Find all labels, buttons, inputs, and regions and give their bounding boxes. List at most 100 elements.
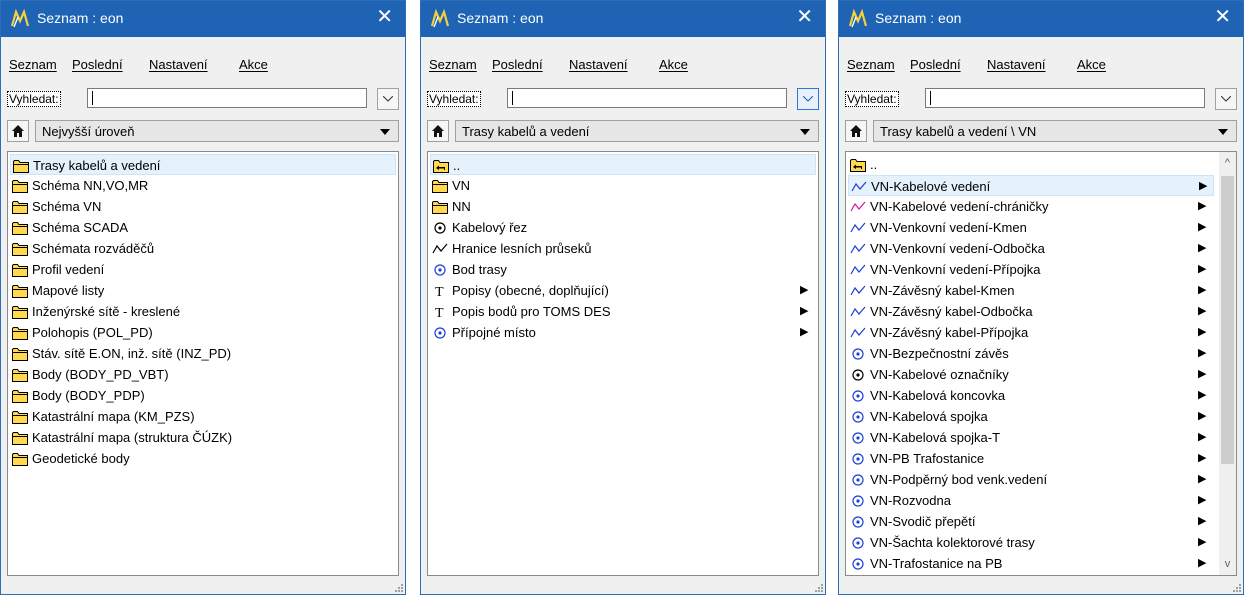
home-button[interactable] (7, 120, 29, 142)
resize-grip-icon[interactable] (1231, 582, 1241, 592)
submenu-arrow-icon[interactable]: ▶ (1198, 259, 1206, 280)
menu-seznam[interactable]: Seznam (9, 57, 57, 72)
menu-nastaveni[interactable]: Nastavení (987, 57, 1046, 72)
list-item[interactable]: VN-Podpěrný bod venk.vedení ▶ (848, 469, 1214, 490)
list-item[interactable]: VN-Závěsný kabel-Kmen ▶ (848, 280, 1214, 301)
level-select[interactable]: Nejvyšší úroveň (35, 120, 399, 142)
submenu-arrow-icon[interactable]: ▶ (1198, 196, 1206, 217)
list-item[interactable]: Schémata rozváděčů (10, 238, 396, 259)
menu-akce[interactable]: Akce (1077, 57, 1106, 72)
close-icon[interactable]: ✕ (796, 7, 813, 27)
scroll-up-icon[interactable]: ^ (1221, 156, 1234, 170)
submenu-arrow-icon[interactable]: ▶ (1198, 385, 1206, 406)
search-history-dropdown[interactable] (797, 88, 819, 110)
submenu-arrow-icon[interactable]: ▶ (800, 280, 808, 301)
list-item[interactable]: Body (BODY_PD_VBT) (10, 364, 396, 385)
list-item[interactable]: Kabelový řez (430, 217, 816, 238)
close-icon[interactable]: ✕ (376, 7, 393, 27)
search-history-dropdown[interactable] (377, 88, 399, 110)
list-item[interactable]: Body (BODY_PDP) (10, 385, 396, 406)
submenu-arrow-icon[interactable]: ▶ (1198, 448, 1206, 469)
list-item[interactable]: Katastrální mapa (struktura ČÚZK) (10, 427, 396, 448)
submenu-arrow-icon[interactable]: ▶ (1198, 343, 1206, 364)
list-item[interactable]: VN-Kabelové vedení ▶ (848, 175, 1214, 196)
list-item[interactable]: VN-Svodič přepětí ▶ (848, 511, 1214, 532)
list-item[interactable]: .. (430, 154, 816, 175)
submenu-arrow-icon[interactable]: ▶ (1198, 301, 1206, 322)
menu-seznam[interactable]: Seznam (847, 57, 895, 72)
submenu-arrow-icon[interactable]: ▶ (1198, 469, 1206, 490)
search-input[interactable] (925, 88, 1205, 108)
menu-posledni[interactable]: Poslední (492, 57, 543, 72)
titlebar[interactable]: Seznam : eon ✕ (1, 1, 405, 37)
list-item[interactable]: T Popis bodů pro TOMS DES ▶ (430, 301, 816, 322)
list-item[interactable]: .. (848, 154, 1214, 175)
titlebar[interactable]: Seznam : eon ✕ (421, 1, 825, 37)
list-item[interactable]: Stáv. sítě E.ON, inž. sítě (INZ_PD) (10, 343, 396, 364)
submenu-arrow-icon[interactable]: ▶ (1198, 511, 1206, 532)
submenu-arrow-icon[interactable]: ▶ (1198, 427, 1206, 448)
list-item[interactable]: Schéma VN (10, 196, 396, 217)
list-item[interactable]: Profil vedení (10, 259, 396, 280)
list-item[interactable]: VN (430, 175, 816, 196)
resize-grip-icon[interactable] (813, 582, 823, 592)
resize-grip-icon[interactable] (393, 582, 403, 592)
list-item[interactable]: VN-Kabelová spojka ▶ (848, 406, 1214, 427)
submenu-arrow-icon[interactable]: ▶ (1198, 238, 1206, 259)
menu-nastaveni[interactable]: Nastavení (569, 57, 628, 72)
submenu-arrow-icon[interactable]: ▶ (1198, 490, 1206, 511)
submenu-arrow-icon[interactable]: ▶ (1199, 176, 1207, 197)
list-item[interactable]: VN-Kabelové označníky ▶ (848, 364, 1214, 385)
submenu-arrow-icon[interactable]: ▶ (1198, 532, 1206, 553)
list-item[interactable]: Schéma NN,VO,MR (10, 175, 396, 196)
menu-seznam[interactable]: Seznam (429, 57, 477, 72)
submenu-arrow-icon[interactable]: ▶ (1198, 280, 1206, 301)
menu-akce[interactable]: Akce (239, 57, 268, 72)
list-item[interactable]: VN-Bezpečnostní závěs ▶ (848, 343, 1214, 364)
submenu-arrow-icon[interactable]: ▶ (1198, 322, 1206, 343)
list-item[interactable]: VN-Šachta kolektorové trasy ▶ (848, 532, 1214, 553)
list-item[interactable]: VN-Kabelová spojka-T ▶ (848, 427, 1214, 448)
list-item[interactable]: Trasy kabelů a vedení (10, 154, 396, 175)
list-item[interactable]: VN-Závěsný kabel-Přípojka ▶ (848, 322, 1214, 343)
titlebar[interactable]: Seznam : eon ✕ (839, 1, 1243, 37)
scroll-thumb[interactable] (1221, 176, 1234, 464)
level-select[interactable]: Trasy kabelů a vedení (455, 120, 819, 142)
list-item[interactable]: Geodetické body (10, 448, 396, 469)
home-button[interactable] (845, 120, 867, 142)
search-input[interactable] (87, 88, 367, 108)
list-item[interactable]: T Popisy (obecné, doplňující) ▶ (430, 280, 816, 301)
list-item[interactable]: VN-Závěsný kabel-Odbočka ▶ (848, 301, 1214, 322)
search-history-dropdown[interactable] (1215, 88, 1237, 110)
list-item[interactable]: Polohopis (POL_PD) (10, 322, 396, 343)
submenu-arrow-icon[interactable]: ▶ (1198, 364, 1206, 385)
list-item[interactable]: VN-Kabelová koncovka ▶ (848, 385, 1214, 406)
submenu-arrow-icon[interactable]: ▶ (1198, 217, 1206, 238)
list-item[interactable]: NN (430, 196, 816, 217)
list-item[interactable]: VN-Venkovní vedení-Přípojka ▶ (848, 259, 1214, 280)
list-item[interactable]: VN-PB Trafostanice ▶ (848, 448, 1214, 469)
submenu-arrow-icon[interactable]: ▶ (1198, 553, 1206, 574)
menu-akce[interactable]: Akce (659, 57, 688, 72)
list-item[interactable]: Mapové listy (10, 280, 396, 301)
scroll-down-icon[interactable]: v (1221, 557, 1234, 571)
list-item[interactable]: Přípojné místo ▶ (430, 322, 816, 343)
list-item[interactable]: VN-Trafostanice na PB ▶ (848, 553, 1214, 574)
list-item[interactable]: Katastrální mapa (KM_PZS) (10, 406, 396, 427)
list-item[interactable]: VN-Rozvodna ▶ (848, 490, 1214, 511)
search-input[interactable] (507, 88, 787, 108)
submenu-arrow-icon[interactable]: ▶ (800, 301, 808, 322)
list-item[interactable]: Hranice lesních průseků (430, 238, 816, 259)
home-button[interactable] (427, 120, 449, 142)
list-item[interactable]: Bod trasy (430, 259, 816, 280)
list-item[interactable]: Inženýrské sítě - kreslené (10, 301, 396, 322)
menu-posledni[interactable]: Poslední (72, 57, 123, 72)
list-item[interactable]: Schéma SCADA (10, 217, 396, 238)
list-item[interactable]: VN-Venkovní vedení-Odbočka ▶ (848, 238, 1214, 259)
level-select[interactable]: Trasy kabelů a vedení \ VN (873, 120, 1237, 142)
menu-posledni[interactable]: Poslední (910, 57, 961, 72)
close-icon[interactable]: ✕ (1214, 7, 1231, 27)
submenu-arrow-icon[interactable]: ▶ (1198, 406, 1206, 427)
list-item[interactable]: VN-Venkovní vedení-Kmen ▶ (848, 217, 1214, 238)
submenu-arrow-icon[interactable]: ▶ (800, 322, 808, 343)
